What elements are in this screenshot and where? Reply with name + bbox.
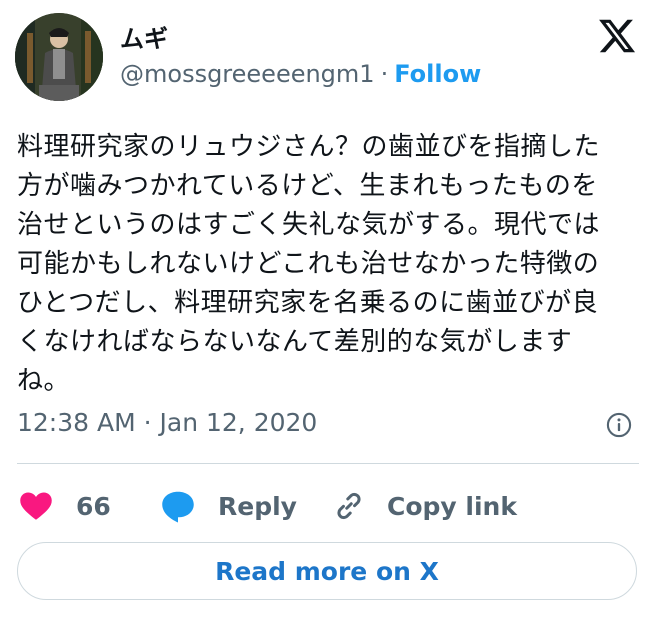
- like-count: 66: [76, 491, 111, 521]
- divider: [17, 463, 639, 464]
- avatar[interactable]: [15, 13, 103, 101]
- reply-label: Reply: [218, 491, 297, 521]
- read-more-label: Read more on X: [215, 556, 439, 586]
- copy-link-button[interactable]: Copy link: [331, 484, 517, 528]
- author-handle[interactable]: @mossgreeeeengm1: [120, 60, 375, 88]
- copy-link-label: Copy link: [387, 491, 517, 521]
- avatar-image: [15, 13, 103, 101]
- x-logo-icon[interactable]: [597, 16, 637, 56]
- link-icon: [337, 492, 361, 520]
- author-handle-row: @mossgreeeeengm1 · Follow: [120, 60, 481, 88]
- separator-dot: ·: [380, 60, 389, 88]
- heart-icon: [20, 492, 52, 520]
- tweet-timestamp[interactable]: 12:38 AM · Jan 12, 2020: [17, 408, 317, 437]
- tweet-text: 料理研究家のリュウジさん？の歯並びを指摘した 方が噛みつかれているけど、生まれも…: [17, 132, 601, 396]
- follow-button[interactable]: Follow: [394, 60, 481, 88]
- like-button[interactable]: 66: [18, 484, 111, 528]
- read-more-button[interactable]: Read more on X: [17, 542, 637, 600]
- reply-button[interactable]: Reply: [160, 484, 297, 528]
- info-icon[interactable]: [605, 411, 633, 439]
- author-display-name[interactable]: ムギ: [120, 19, 168, 54]
- speech-bubble-icon: [162, 491, 194, 523]
